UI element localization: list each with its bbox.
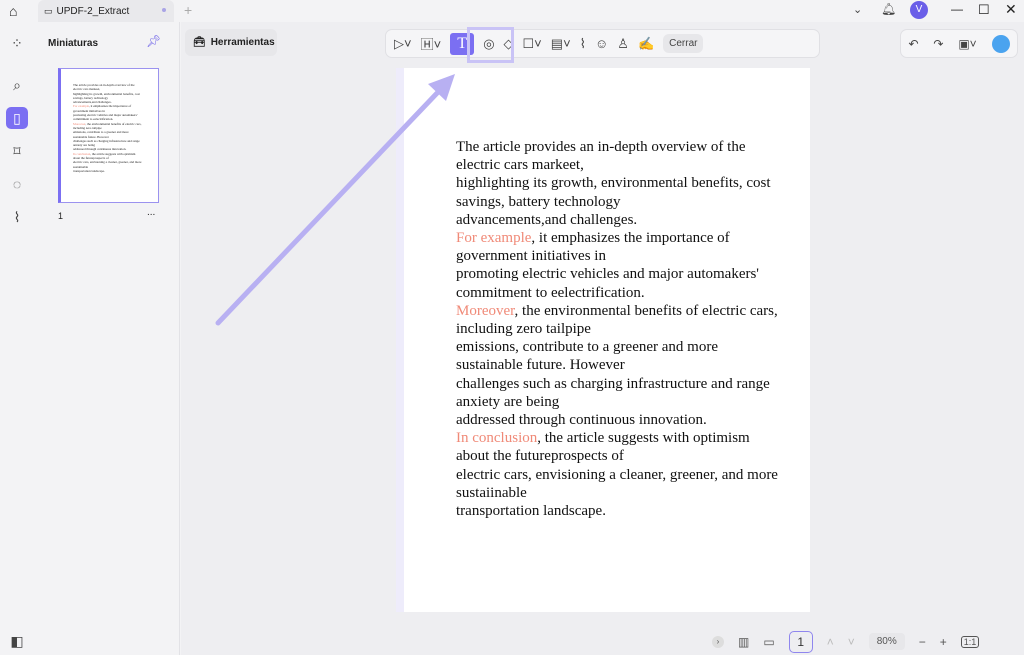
zoom-out-button[interactable]: − <box>919 635 926 649</box>
prev-page-button[interactable]: ˄ <box>827 635 834 649</box>
present-icon[interactable]: ▭ <box>763 635 774 649</box>
actual-size-icon[interactable]: 1:1 <box>960 635 980 648</box>
next-page-button[interactable]: ˅ <box>848 635 855 649</box>
zoom-in-button[interactable]: + <box>940 635 947 649</box>
page-number-input[interactable]: 1 <box>788 630 813 653</box>
bottom-bar: › ▥ ▭ 1 ˄ ˅ 80% − + 1:1 <box>706 628 1022 655</box>
annotation-arrow <box>215 74 455 326</box>
two-page-icon[interactable]: ▥ <box>738 635 749 649</box>
zoom-level[interactable]: 80% <box>868 633 905 650</box>
expand-icon[interactable]: › <box>712 635 724 648</box>
